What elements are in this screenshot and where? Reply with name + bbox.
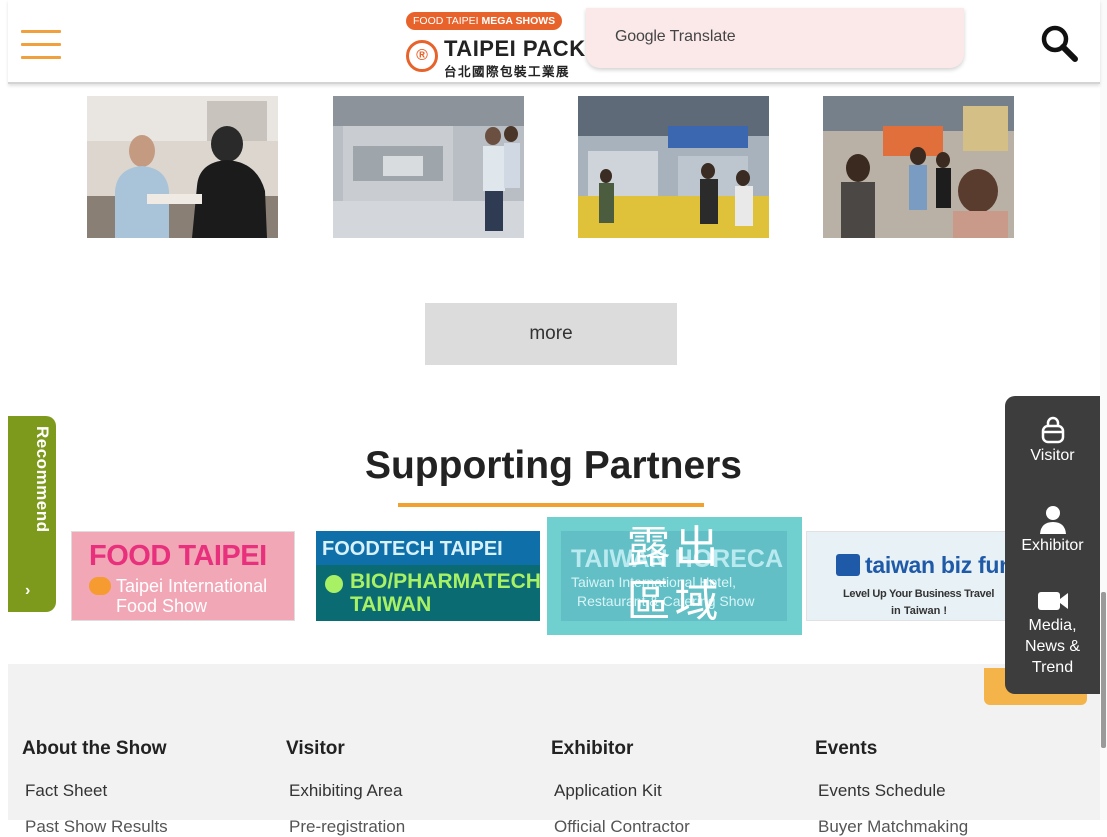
logo-badge: FOOD TAIPEI MEGA SHOWS <box>406 12 563 30</box>
logo-name: TAIPEI PACK <box>444 36 586 61</box>
partner-taiwan-biz-fun[interactable]: taiwan biz fun Level Up Your Business Tr… <box>806 531 1028 621</box>
partner-biz-fun-sub1: Level Up Your Business Travel <box>843 588 995 600</box>
briefcase-icon <box>836 554 860 576</box>
partner-food-taipei-sub2: Food Show <box>116 596 208 616</box>
food-taipei-logo-icon <box>89 577 111 595</box>
logo-name-cn: 台北國際包裝工業展 <box>444 64 571 79</box>
google-word: Google <box>615 28 666 45</box>
translate-word: Translate <box>669 28 736 45</box>
logo-badge-bold: MEGA SHOWS <box>481 15 556 27</box>
hamburger-menu-icon[interactable] <box>21 30 61 60</box>
footer-link[interactable]: Application Kit <box>554 781 690 801</box>
footer-link[interactable]: Official Contractor <box>554 817 690 837</box>
exposure-area-overlay: 露出 區域 <box>547 517 802 635</box>
partner-biz-fun-name: taiwan biz fun <box>865 552 1013 578</box>
logo-mark-icon: ® <box>406 40 438 72</box>
partner-food-taipei-sub1: Taipei International <box>116 576 268 596</box>
side-item-visitor[interactable]: Visitor <box>1005 416 1100 466</box>
gallery-photo-meeting[interactable] <box>87 96 278 238</box>
footer-heading: Events <box>815 738 878 759</box>
partner-food-taipei[interactable]: FOOD TAIPEI Taipei International Food Sh… <box>71 531 295 621</box>
partner-foodtech-line2: BIO/PHARMATECH <box>350 570 540 593</box>
gallery-photo-machinery[interactable] <box>333 96 524 238</box>
gallery-photo-booth[interactable] <box>578 96 769 238</box>
side-item-visitor-label: Visitor <box>1030 447 1075 464</box>
footer-column-exhibitor: Exhibitor Application Kit Official Contr… <box>551 738 690 837</box>
footer-heading: Visitor <box>286 738 345 759</box>
biopharmatech-banner: BIO/PHARMATECH TAIWAN <box>316 565 540 621</box>
footer-link[interactable]: Pre-registration <box>289 817 405 837</box>
quick-access-panel: Visitor Exhibitor Media, News & Trend <box>1005 396 1100 694</box>
footer-link[interactable]: Fact Sheet <box>25 781 168 801</box>
partner-food-taipei-title: FOOD TAIPEI <box>89 540 267 572</box>
footer-heading: About the Show <box>22 738 167 759</box>
footer-link[interactable]: Exhibiting Area <box>289 781 405 801</box>
footer-link[interactable]: Events Schedule <box>818 781 968 801</box>
person-icon <box>1039 506 1066 534</box>
overlay-line1: 露出 <box>626 522 723 573</box>
side-item-exhibitor[interactable]: Exhibitor <box>1005 504 1100 556</box>
gallery-photo-crowd[interactable] <box>823 96 1014 238</box>
google-translate-panel[interactable]: Google Translate <box>586 8 964 68</box>
chevron-right-icon: › <box>25 582 31 599</box>
side-item-media-line3: Trend <box>1031 659 1074 676</box>
site-footer: About the Show Fact Sheet Past Show Resu… <box>8 664 1100 836</box>
logo-badge-light: FOOD TAIPEI <box>413 15 479 27</box>
partner-biz-fun-sub2: in Taiwan ! <box>891 605 948 617</box>
side-item-media[interactable]: Media, News & Trend <box>1005 588 1100 678</box>
footer-heading: Exhibitor <box>551 738 634 759</box>
video-camera-icon <box>1037 592 1068 610</box>
partner-foodtech-line3: TAIWAN <box>350 593 432 616</box>
partner-taiwan-horeca[interactable]: TAIWAN HORECA Taiwan International Hotel… <box>547 517 802 635</box>
biopharmatech-logo-icon <box>325 575 343 593</box>
overlay-line2: 區域 <box>626 576 723 627</box>
supporting-partners-title: Supporting Partners <box>364 444 743 487</box>
footer-column-events: Events Events Schedule Buyer Matchmaking <box>815 738 968 837</box>
site-logo[interactable]: FOOD TAIPEI MEGA SHOWS ® TAIPEI PACK 台北國… <box>406 12 588 79</box>
google-translate-label: Google Translate <box>615 28 736 46</box>
side-item-exhibitor-label: Exhibitor <box>1021 537 1084 554</box>
footer-column-about: About the Show Fact Sheet Past Show Resu… <box>22 738 168 837</box>
page-scrollbar-thumb[interactable] <box>1101 592 1106 748</box>
foodtech-banner: FOODTECH TAIPEI <box>316 531 540 565</box>
partner-foodtech-taipei[interactable]: FOODTECH TAIPEI BIO/PHARMATECH TAIWAN <box>316 531 540 621</box>
footer-column-visitor: Visitor Exhibiting Area Pre-registration <box>286 738 405 837</box>
search-icon[interactable] <box>1038 22 1080 64</box>
more-button[interactable]: more <box>425 303 677 365</box>
partner-foodtech-line1: FOODTECH TAIPEI <box>322 538 503 560</box>
site-header: FOOD TAIPEI MEGA SHOWS ® TAIPEI PACK 台北國… <box>8 0 1100 84</box>
side-item-media-line1: Media, <box>1028 617 1077 634</box>
side-item-media-line2: News & <box>1024 638 1081 655</box>
footer-link[interactable]: Past Show Results <box>25 817 168 837</box>
shopping-bag-icon <box>1041 416 1064 444</box>
footer-link[interactable]: Buyer Matchmaking <box>818 817 968 837</box>
title-underline <box>398 503 704 507</box>
